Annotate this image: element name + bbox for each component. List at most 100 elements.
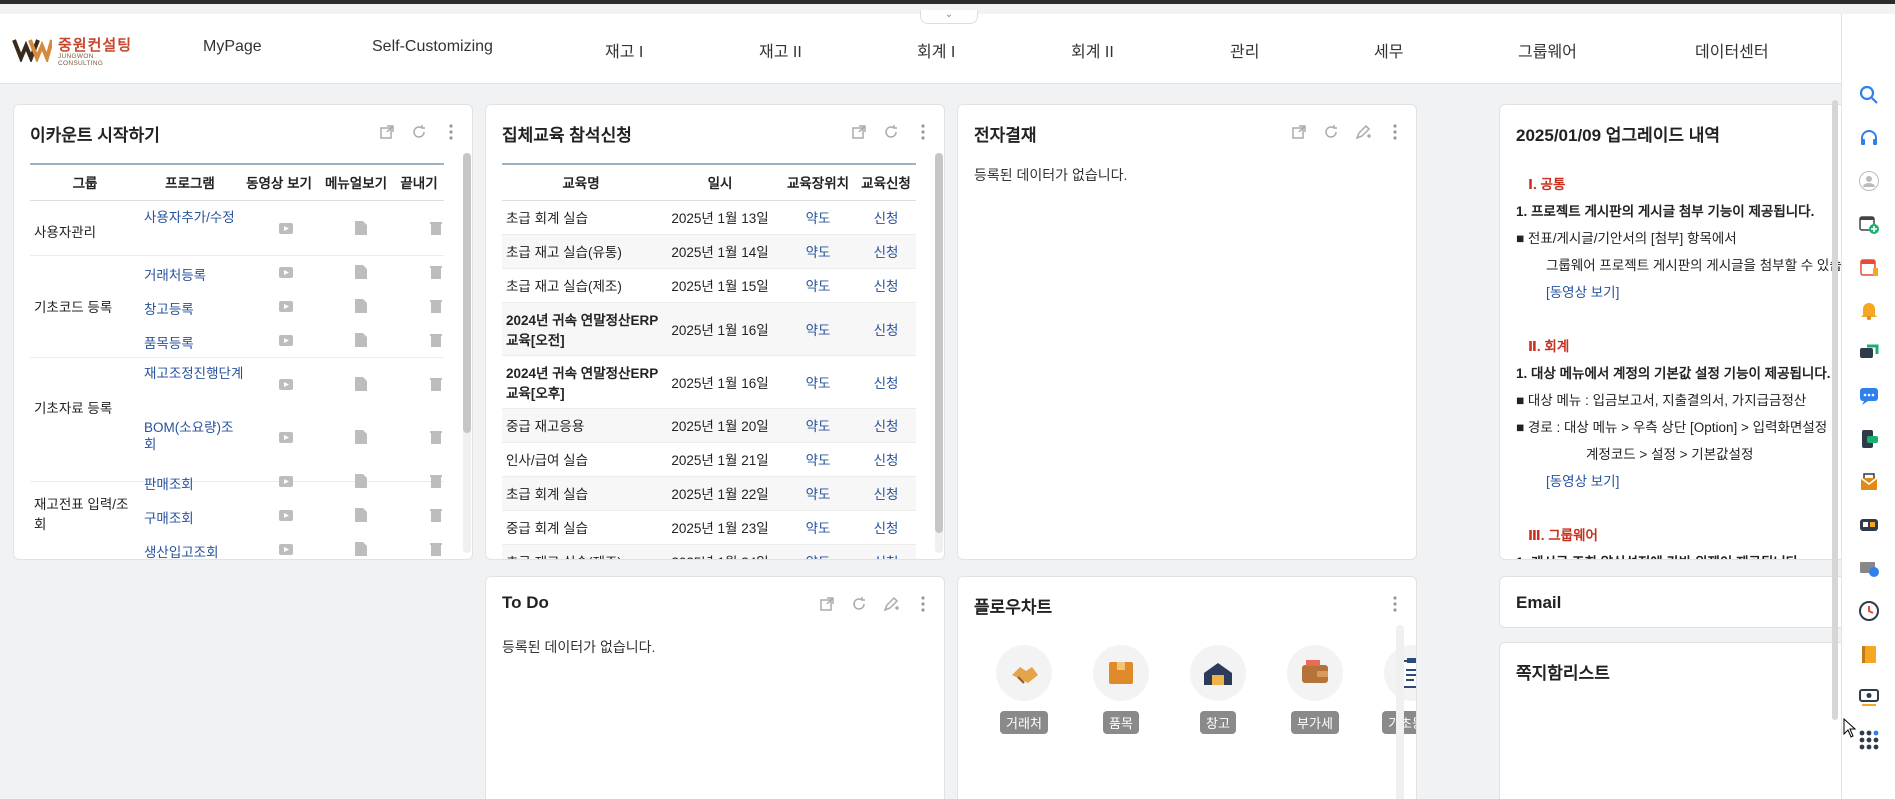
trash-icon[interactable] xyxy=(430,377,442,391)
app-grid-icon[interactable] xyxy=(1858,729,1880,751)
trash-icon[interactable] xyxy=(430,474,442,488)
video-link[interactable]: [동영상 보기] xyxy=(1516,468,1841,495)
nav-data-center[interactable]: 데이터센터 xyxy=(1695,38,1769,62)
video-icon[interactable] xyxy=(279,379,293,390)
program-link[interactable]: 사용자추가/수정 xyxy=(144,209,244,226)
map-link[interactable]: 약도 xyxy=(780,544,856,559)
map-link[interactable]: 약도 xyxy=(780,408,856,443)
program-link[interactable]: 재고조정진행단계 xyxy=(144,365,244,382)
scrollbar-thumb[interactable] xyxy=(935,153,943,533)
popout-icon[interactable] xyxy=(378,123,396,141)
apply-link[interactable]: 신청 xyxy=(856,476,916,511)
manual-icon[interactable] xyxy=(355,542,367,556)
headset-icon[interactable] xyxy=(1858,127,1880,149)
user-avatar-icon[interactable] xyxy=(1858,170,1880,192)
map-link[interactable]: 약도 xyxy=(780,510,856,545)
edit-icon[interactable] xyxy=(1354,123,1372,141)
chat-icon[interactable] xyxy=(1858,342,1880,364)
refresh-icon[interactable] xyxy=(850,595,868,613)
program-link[interactable]: 구매조회 xyxy=(144,507,194,527)
clock-icon[interactable] xyxy=(1858,600,1880,622)
nav-self-customizing[interactable]: Self-Customizing xyxy=(372,38,493,62)
nav-inventory-2[interactable]: 재고 II xyxy=(759,38,802,62)
flow-item-product[interactable]: 품목 xyxy=(1081,645,1161,734)
mail-send-icon[interactable] xyxy=(1858,557,1880,579)
manual-icon[interactable] xyxy=(355,333,367,347)
map-link[interactable]: 약도 xyxy=(780,302,856,356)
video-icon[interactable] xyxy=(279,510,293,521)
video-icon[interactable] xyxy=(279,335,293,346)
device-icon[interactable] xyxy=(1858,514,1880,536)
mobile-phone-icon[interactable] xyxy=(1858,428,1880,450)
scrollbar-thumb[interactable] xyxy=(463,153,471,433)
refresh-icon[interactable] xyxy=(410,123,428,141)
video-icon[interactable] xyxy=(279,223,293,234)
nav-accounting-2[interactable]: 회계 II xyxy=(1071,38,1114,62)
trash-icon[interactable] xyxy=(430,508,442,522)
refresh-icon[interactable] xyxy=(1322,123,1340,141)
search-icon[interactable] xyxy=(1858,84,1880,106)
apply-link[interactable]: 신청 xyxy=(856,234,916,269)
map-link[interactable]: 약도 xyxy=(780,268,856,303)
manual-icon[interactable] xyxy=(355,430,367,444)
map-link[interactable]: 약도 xyxy=(780,476,856,511)
trash-icon[interactable] xyxy=(430,299,442,313)
video-icon[interactable] xyxy=(279,301,293,312)
mail-icon[interactable] xyxy=(1858,471,1880,493)
program-link[interactable]: 거래처등록 xyxy=(144,264,206,284)
apply-link[interactable]: 신청 xyxy=(856,408,916,443)
manual-icon[interactable] xyxy=(355,377,367,391)
map-link[interactable]: 약도 xyxy=(780,442,856,477)
manual-icon[interactable] xyxy=(355,474,367,488)
more-icon[interactable] xyxy=(914,123,932,141)
flow-item-vat[interactable]: 부가세 xyxy=(1275,645,1355,734)
refresh-icon[interactable] xyxy=(882,123,900,141)
flow-item-customer[interactable]: 거래처 xyxy=(984,645,1064,734)
nav-tax[interactable]: 세무 xyxy=(1374,38,1403,62)
flow-item-warehouse[interactable]: 창고 xyxy=(1178,645,1258,734)
page-scrollbar-thumb[interactable] xyxy=(1832,100,1838,720)
scrollbar-track[interactable] xyxy=(1396,625,1404,799)
apply-link[interactable]: 신청 xyxy=(856,442,916,477)
trash-icon[interactable] xyxy=(430,430,442,444)
flow-item-basic-registration[interactable]: 기초등록 xyxy=(1372,645,1416,734)
map-link[interactable]: 약도 xyxy=(780,200,856,235)
map-link[interactable]: 약도 xyxy=(780,355,856,409)
calendar-icon[interactable] xyxy=(1858,256,1880,278)
more-icon[interactable] xyxy=(1386,595,1404,613)
manual-icon[interactable] xyxy=(355,299,367,313)
program-link[interactable]: 생산입고조회 xyxy=(144,541,219,559)
popout-icon[interactable] xyxy=(1290,123,1308,141)
program-link[interactable]: 판매조회 xyxy=(144,473,194,493)
nav-inventory-1[interactable]: 재고 I xyxy=(605,38,643,62)
trash-icon[interactable] xyxy=(430,221,442,235)
more-icon[interactable] xyxy=(914,595,932,613)
apply-link[interactable]: 신청 xyxy=(856,510,916,545)
bell-icon[interactable] xyxy=(1858,299,1880,321)
nav-management[interactable]: 관리 xyxy=(1230,38,1259,62)
map-link[interactable]: 약도 xyxy=(780,234,856,269)
trash-icon[interactable] xyxy=(430,333,442,347)
nav-accounting-1[interactable]: 회계 I xyxy=(917,38,955,62)
more-icon[interactable] xyxy=(1386,123,1404,141)
manual-icon[interactable] xyxy=(355,221,367,235)
edit-icon[interactable] xyxy=(882,595,900,613)
manual-icon[interactable] xyxy=(355,508,367,522)
manual-icon[interactable] xyxy=(355,265,367,279)
more-icon[interactable] xyxy=(442,123,460,141)
program-link[interactable]: 품목등록 xyxy=(144,332,194,352)
program-link[interactable]: BOM(소요량)조회 xyxy=(144,419,244,453)
monitor-icon[interactable] xyxy=(1858,686,1880,708)
apply-link[interactable]: 신청 xyxy=(856,302,916,356)
nav-mypage[interactable]: MyPage xyxy=(203,38,262,62)
video-link[interactable]: [동영상 보기] xyxy=(1516,279,1841,306)
message-icon[interactable] xyxy=(1858,385,1880,407)
video-icon[interactable] xyxy=(279,267,293,278)
popout-icon[interactable] xyxy=(850,123,868,141)
add-window-icon[interactable] xyxy=(1858,213,1880,235)
apply-link[interactable]: 신청 xyxy=(856,200,916,235)
program-link[interactable]: 창고등록 xyxy=(144,298,194,318)
popout-icon[interactable] xyxy=(818,595,836,613)
video-icon[interactable] xyxy=(279,544,293,555)
nav-groupware[interactable]: 그룹웨어 xyxy=(1518,38,1577,62)
